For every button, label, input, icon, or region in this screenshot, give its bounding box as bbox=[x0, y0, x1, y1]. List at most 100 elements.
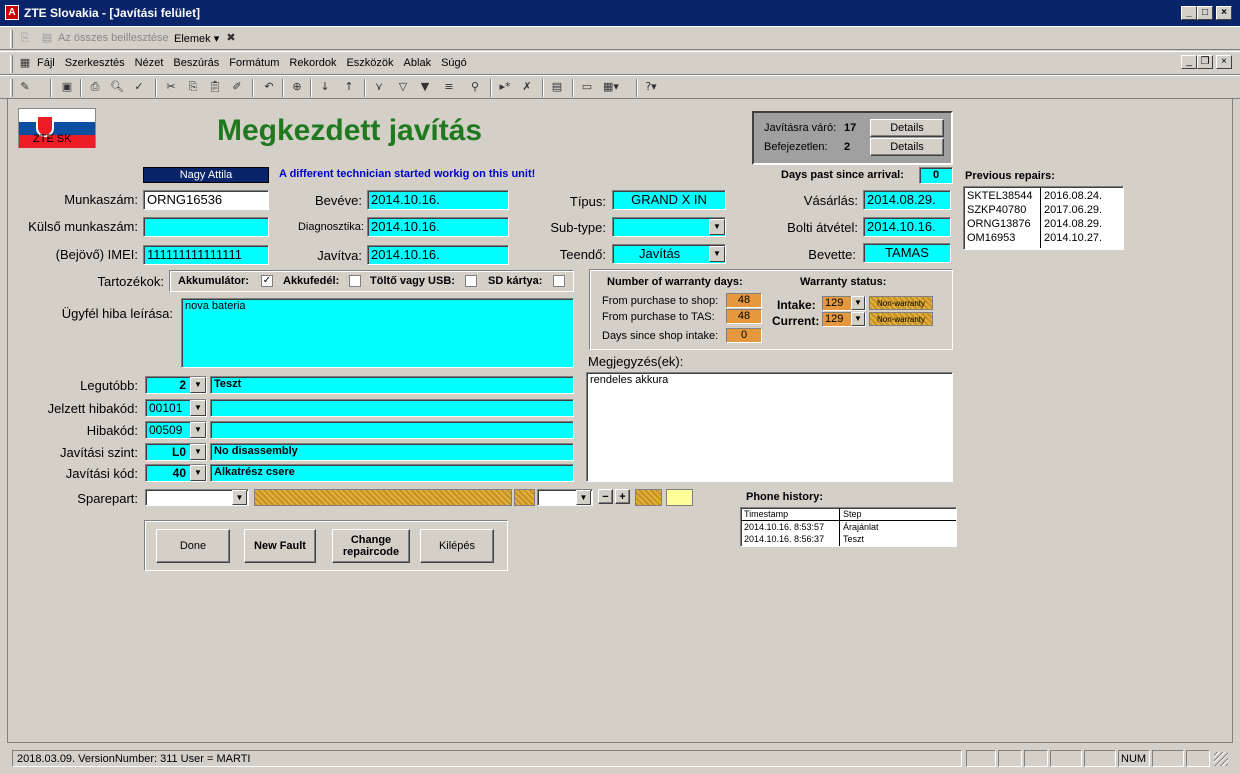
repair-level-label: Javítási szint: bbox=[59, 445, 138, 460]
external-job-number-label: Külső munkaszám: bbox=[28, 219, 138, 234]
sparepart-dropdown-icon[interactable]: ▼ bbox=[232, 490, 247, 505]
delete-record-icon[interactable]: ✗ bbox=[518, 78, 536, 96]
counter-panel: Javításra váró: 17 Befejezetlen: 2 Detai… bbox=[752, 111, 953, 165]
copy-icon[interactable]: ⎘ bbox=[16, 29, 34, 47]
reported-fault-description[interactable] bbox=[210, 399, 574, 417]
new-object-icon[interactable]: ▦▾ bbox=[602, 78, 620, 96]
menu-edit[interactable]: Szerkesztés bbox=[65, 57, 125, 69]
database-window-icon[interactable]: ▭ bbox=[578, 78, 596, 96]
menu-records[interactable]: Rekordok bbox=[289, 57, 336, 69]
fault-description-field[interactable]: nova bateria bbox=[181, 298, 574, 368]
paste-all-icon[interactable]: ▤ bbox=[38, 29, 56, 47]
reported-fault-code-label: Jelzett hibakód: bbox=[47, 401, 138, 416]
print-icon[interactable]: ⎙ bbox=[86, 78, 104, 96]
fault-code-dropdown-icon[interactable]: ▼ bbox=[190, 422, 206, 438]
previous-date: 2017.06.29. bbox=[1044, 204, 1103, 216]
intake-warranty-status: Non-warranty bbox=[869, 296, 933, 310]
notes-field[interactable]: rendeles akkura bbox=[586, 372, 953, 482]
cut-icon[interactable]: ✂ bbox=[162, 78, 180, 96]
apply-filter-icon[interactable]: ▼ bbox=[416, 78, 434, 96]
previous-date: 2014.10.27. bbox=[1044, 232, 1103, 244]
exit-button[interactable]: Kilépés bbox=[420, 529, 494, 563]
reported-fault-dropdown-icon[interactable]: ▼ bbox=[190, 400, 206, 416]
form-icon: ▦ bbox=[19, 56, 31, 69]
find-icon[interactable]: ⚲ bbox=[466, 78, 484, 96]
sort-ascending-icon[interactable]: ↓ bbox=[316, 78, 334, 96]
help-icon[interactable]: ?▾ bbox=[642, 78, 660, 96]
resize-grip-icon[interactable] bbox=[1214, 752, 1228, 766]
properties-icon[interactable]: ▤ bbox=[548, 78, 566, 96]
print-preview-icon[interactable]: 🔍︎ bbox=[108, 78, 126, 96]
plus-button[interactable]: + bbox=[615, 489, 630, 504]
save-icon[interactable]: ▣ bbox=[58, 78, 76, 96]
slovak-flag-logo: ZTE SK bbox=[18, 108, 96, 148]
accessories-group: Akkumulátor: ✓ Akkufedél: Töltő vagy USB… bbox=[169, 270, 574, 292]
sd-card-checkbox[interactable] bbox=[553, 275, 565, 287]
status-indicator bbox=[1050, 750, 1082, 767]
filter-by-selection-icon[interactable]: ⋎ bbox=[370, 78, 388, 96]
intake-dropdown-icon[interactable]: ▼ bbox=[851, 296, 865, 310]
menu-insert[interactable]: Beszúrás bbox=[173, 57, 219, 69]
menu-tools[interactable]: Eszközök bbox=[346, 57, 393, 69]
external-job-number-field[interactable] bbox=[143, 217, 269, 237]
new-record-icon[interactable]: ▸* bbox=[496, 78, 514, 96]
format-painter-icon[interactable]: ✐ bbox=[228, 78, 246, 96]
battery-checkbox[interactable]: ✓ bbox=[261, 275, 273, 287]
advanced-filter-icon[interactable]: ≡ bbox=[440, 78, 458, 96]
previous-repairs-list[interactable]: SKTEL38544 2016.08.24. SZKP40780 2017.06… bbox=[963, 186, 1124, 250]
notes-label: Megjegyzés(ek): bbox=[588, 354, 684, 369]
type-field: GRAND X IN bbox=[612, 190, 726, 210]
last-code-dropdown-icon[interactable]: ▼ bbox=[190, 377, 206, 393]
minimize-button[interactable]: _ bbox=[1181, 6, 1197, 20]
change-repaircode-button[interactable]: Change repaircode bbox=[332, 529, 410, 563]
num-lock-indicator: NUM bbox=[1118, 750, 1150, 767]
charger-checkbox[interactable] bbox=[465, 275, 477, 287]
done-button[interactable]: Done bbox=[156, 529, 230, 563]
mdi-minimize-button[interactable]: _ bbox=[1181, 55, 1197, 69]
menu-format[interactable]: Formátum bbox=[229, 57, 279, 69]
items-dropdown[interactable]: Elemek ▾ bbox=[174, 32, 219, 45]
mdi-close-button[interactable]: × bbox=[1216, 55, 1232, 69]
menu-file[interactable]: Fájl bbox=[37, 57, 55, 69]
minus-button[interactable]: − bbox=[598, 489, 613, 504]
phone-history-list[interactable]: Timestamp Step 2014.10.16. 8:53:57 Árajá… bbox=[740, 507, 957, 547]
close-button[interactable]: × bbox=[1216, 6, 1232, 20]
repair-code-dropdown-icon[interactable]: ▼ bbox=[190, 465, 206, 481]
technician-badge: Nagy Attila bbox=[143, 167, 269, 183]
menu-view[interactable]: Nézet bbox=[135, 57, 164, 69]
copy-icon-2[interactable]: ⎘ bbox=[184, 78, 202, 96]
current-dropdown-icon[interactable]: ▼ bbox=[851, 312, 865, 326]
design-view-icon[interactable]: ✎ bbox=[16, 78, 34, 96]
undo-icon[interactable]: ↶ bbox=[260, 78, 278, 96]
hyperlink-icon[interactable]: ⊕ bbox=[288, 78, 306, 96]
days-since-intake-value: 0 bbox=[726, 328, 762, 343]
filter-by-form-icon[interactable]: ▽ bbox=[394, 78, 412, 96]
job-number-field[interactable]: ORNG16536 bbox=[143, 190, 269, 210]
sd-card-label: SD kártya: bbox=[488, 275, 543, 287]
waiting-details-button[interactable]: Details bbox=[870, 119, 944, 137]
repair-level-dropdown-icon[interactable]: ▼ bbox=[190, 444, 206, 460]
imei-field[interactable]: 111111111111111 bbox=[143, 245, 269, 265]
unfinished-label: Befejezetlen: bbox=[764, 141, 828, 153]
paste-all-button[interactable]: Az összes beillesztése bbox=[58, 32, 169, 44]
menu-help[interactable]: Súgó bbox=[441, 57, 467, 69]
task-dropdown-icon[interactable]: ▼ bbox=[709, 246, 725, 262]
status-indicator bbox=[1024, 750, 1048, 767]
flag-text: ZTE SK bbox=[33, 133, 72, 145]
cover-checkbox[interactable] bbox=[349, 275, 361, 287]
page-title: Megkezdett javítás bbox=[217, 114, 483, 147]
sparepart-label: Sparepart: bbox=[77, 491, 138, 506]
fault-description-label: Ügyfél hiba leírása: bbox=[61, 306, 173, 321]
sort-descending-icon[interactable]: ↑ bbox=[340, 78, 358, 96]
mdi-restore-button[interactable]: ❐ bbox=[1197, 55, 1213, 69]
subtype-dropdown-icon[interactable]: ▼ bbox=[709, 219, 725, 235]
menu-window[interactable]: Ablak bbox=[404, 57, 432, 69]
sparepart-qty-dropdown-icon[interactable]: ▼ bbox=[576, 490, 591, 505]
unfinished-details-button[interactable]: Details bbox=[870, 138, 944, 156]
sparepart-name-field bbox=[254, 489, 512, 506]
spelling-icon[interactable]: ✓ bbox=[130, 78, 148, 96]
new-fault-button[interactable]: New Fault bbox=[244, 529, 316, 563]
paste-icon[interactable]: 📋︎ bbox=[206, 78, 224, 96]
maximize-button[interactable]: □ bbox=[1197, 6, 1213, 20]
clear-clipboard-icon[interactable]: ✖ bbox=[222, 29, 240, 47]
